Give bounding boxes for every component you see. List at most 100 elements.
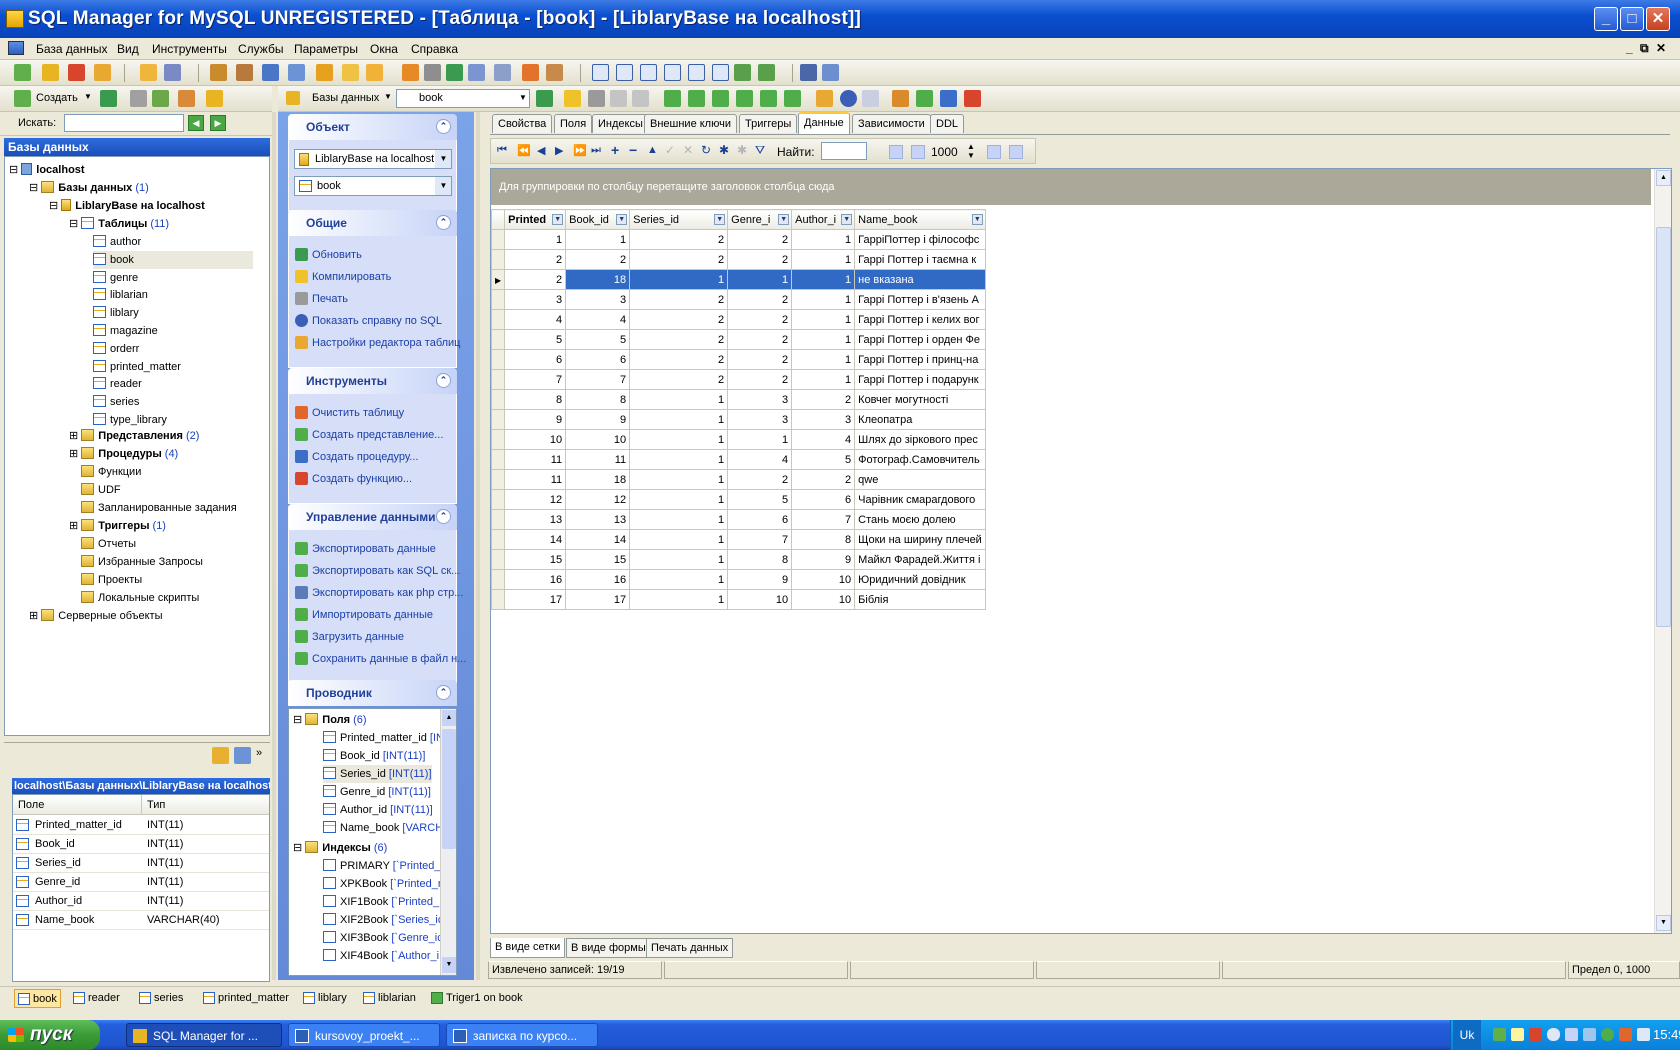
grid-cell[interactable]: 8 (791, 529, 856, 550)
column-header[interactable]: Series_id ▼ (629, 209, 729, 230)
table-row[interactable]: 7 7 2 2 1 Гаррі Поттер і подарунк (490, 369, 986, 390)
search-input[interactable] (64, 114, 184, 132)
explorer-field[interactable]: Printed_matter_id [IN (323, 729, 444, 747)
tray-safely-remove-icon[interactable] (1583, 1028, 1596, 1041)
grid-cell[interactable]: 17 (504, 589, 567, 610)
menu-services[interactable]: Службы (238, 42, 283, 56)
grid-cell[interactable]: 1 (629, 489, 729, 510)
grid-cell[interactable]: 4 (791, 429, 856, 450)
grid-cell[interactable]: 7 (565, 369, 631, 390)
more-icon[interactable]: » (256, 747, 262, 759)
tree-node-table[interactable]: genre (93, 269, 138, 287)
row-indicator[interactable] (490, 249, 506, 270)
grid-cell[interactable]: 10 (791, 589, 856, 610)
filter-icon[interactable]: ⛛ (755, 143, 765, 158)
grid-cell[interactable]: 16 (565, 569, 631, 590)
grid-cell[interactable]: 4 (727, 449, 793, 470)
unregister-db-icon[interactable] (42, 64, 59, 81)
tray-app-icon[interactable] (1619, 1028, 1632, 1041)
row-indicator[interactable] (490, 349, 506, 370)
grid-cell[interactable]: 1 (629, 389, 729, 410)
sql-help-link[interactable]: Показать справку по SQL (295, 314, 442, 327)
window-tab-trigger[interactable]: Triger1 on book (428, 989, 526, 1008)
tree-node-table[interactable]: liblary (93, 304, 139, 322)
row-indicator[interactable] (490, 509, 506, 530)
grid-cell[interactable]: 5 (565, 329, 631, 350)
first-record-icon[interactable]: ⏮ (497, 144, 507, 157)
rollback-icon[interactable] (632, 90, 649, 107)
grid-cell[interactable]: 2 (629, 369, 729, 390)
prev-page-icon[interactable]: ⏪ (517, 144, 531, 157)
chevron-down-icon[interactable]: ▼ (552, 214, 564, 225)
find-input[interactable] (821, 142, 867, 160)
grid-cell[interactable]: 1 (791, 329, 856, 350)
search-next-icon[interactable]: ▶ (210, 115, 226, 131)
grid-cell[interactable]: Гаррі Поттер і принц-на (854, 349, 986, 370)
grid-cell[interactable]: 1 (791, 229, 856, 250)
grid-cell[interactable]: 12 (504, 489, 567, 510)
chevron-up-icon[interactable]: ⌃ (436, 373, 451, 388)
create-dropdown[interactable]: Создать (36, 92, 78, 104)
grid-cell[interactable]: 1 (791, 289, 856, 310)
grid-cell[interactable]: Гаррі Поттер і келих вог (854, 309, 986, 330)
row-indicator[interactable] (490, 389, 506, 410)
table-row[interactable]: 15 15 1 8 9 Майкл Фарадей.Життя і (490, 549, 986, 570)
chevron-down-icon[interactable]: ▼ (971, 214, 983, 225)
grid-cell[interactable]: 3 (504, 289, 567, 310)
print-link[interactable]: Печать (295, 292, 348, 305)
tray-info-icon[interactable] (1601, 1028, 1614, 1041)
edit-icon[interactable] (164, 64, 181, 81)
grid-cell[interactable]: 2 (629, 289, 729, 310)
tree-node-localhost[interactable]: ⊟ localhost (9, 161, 85, 179)
row-indicator[interactable] (490, 449, 506, 470)
field-col-header[interactable]: Поле (18, 799, 44, 811)
disconnect-db-icon[interactable] (94, 64, 111, 81)
save-data-icon[interactable] (784, 90, 801, 107)
edit-table-icon[interactable] (892, 90, 909, 107)
grid-cell[interactable]: 11 (565, 449, 631, 470)
grid-cell[interactable]: 11 (504, 449, 567, 470)
query-builder-icon[interactable] (236, 64, 253, 81)
table-row[interactable]: 5 5 2 2 1 Гаррі Поттер і орден Фе (490, 329, 986, 350)
field-row[interactable]: Book_id INT(11) (13, 835, 269, 854)
grid-cell[interactable]: 8 (565, 389, 631, 410)
table-row[interactable]: 11 18 1 2 2 qwe (490, 469, 986, 490)
tray-bluetooth-icon[interactable] (1565, 1028, 1578, 1041)
tray-keyboard-icon[interactable] (1637, 1028, 1650, 1041)
export-data-icon[interactable] (664, 90, 681, 107)
start-button[interactable]: пуск (0, 1020, 100, 1050)
grid-cell[interactable]: 2 (727, 349, 793, 370)
grid-cell[interactable]: 9 (727, 569, 793, 590)
load-data-link[interactable]: Загрузить данные (295, 630, 404, 643)
compile-icon[interactable] (342, 64, 359, 81)
grid-cell[interactable]: 9 (791, 549, 856, 570)
splitter[interactable] (476, 112, 480, 980)
grid-cell[interactable]: 6 (504, 349, 567, 370)
scroll-thumb[interactable] (1656, 227, 1671, 627)
register-db-icon[interactable] (14, 64, 31, 81)
help-icon[interactable] (840, 90, 857, 107)
grid-cell[interactable]: Фотограф.Самовчитель (854, 449, 986, 470)
create-view-link[interactable]: Создать представление... (295, 428, 443, 441)
tree-node-table[interactable]: magazine (93, 322, 158, 340)
tree-node-reports[interactable]: Отчеты (81, 535, 136, 553)
object-db-select[interactable]: LiblaryBase на localhost ▼ (294, 149, 452, 169)
grid-cell[interactable]: Шлях до зіркового прес (854, 429, 986, 450)
grid-cell[interactable]: 1 (629, 509, 729, 530)
gear-icon[interactable] (940, 90, 957, 107)
grid-cell[interactable]: Гаррі Поттер і орден Фе (854, 329, 986, 350)
data-grid[interactable]: Printed ▼ Book_id ▼ Series_id ▼ Genre_i ▼ Author… (490, 209, 986, 610)
grid-cell[interactable]: Ковчег могутності (854, 389, 986, 410)
window-tab-book[interactable]: book (14, 989, 61, 1008)
menu-windows[interactable]: Окна (370, 42, 398, 56)
grid-cell[interactable]: 1 (629, 589, 729, 610)
explorer-section-header[interactable]: Проводник ⌃ (288, 680, 457, 706)
tree-node-functions[interactable]: Функции (81, 463, 141, 481)
tab-triggers[interactable]: Триггеры (739, 114, 798, 133)
grid-cell[interactable]: 7 (791, 509, 856, 530)
copy-db-icon[interactable] (494, 64, 511, 81)
refresh-tree-icon[interactable] (100, 90, 117, 107)
field-row[interactable]: Author_id INT(11) (13, 892, 269, 911)
limit-value[interactable]: 1000 (931, 145, 958, 159)
table-row[interactable]: 11 11 1 4 5 Фотограф.Самовчитель (490, 449, 986, 470)
